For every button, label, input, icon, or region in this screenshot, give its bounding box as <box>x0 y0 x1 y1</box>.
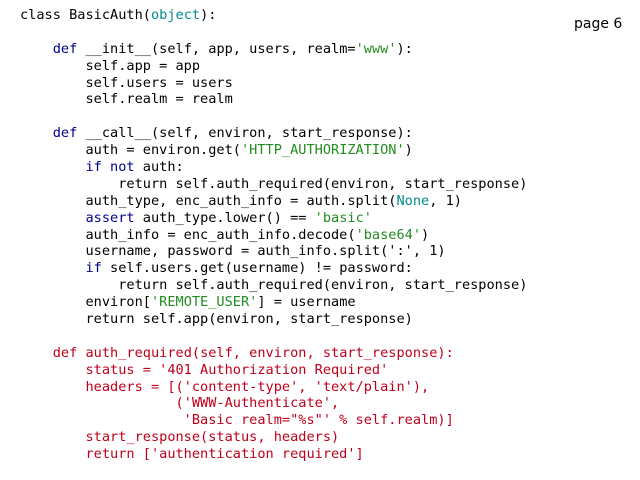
code-line: 'Basic realm="%s"' % self.realm)] <box>20 412 527 429</box>
code-token: def <box>52 125 78 142</box>
code-token: self.users.get(username) != password: <box>101 260 413 277</box>
code-line: start_response(status, headers) <box>20 429 527 446</box>
code-token: None <box>396 192 430 209</box>
code-line: return self.app(environ, start_response) <box>20 311 527 328</box>
code-line: auth = environ.get('HTTP_AUTHORIZATION') <box>20 142 527 159</box>
code-line: username, password = auth_info.split(':'… <box>20 243 527 260</box>
code-token: return ['authentication required'] <box>20 446 364 463</box>
code-token: ) <box>404 142 413 159</box>
code-line: def __call__(self, environ, start_respon… <box>20 125 527 142</box>
code-token: if <box>85 260 102 277</box>
code-line: ('WWW-Authenticate', <box>20 395 527 412</box>
code-token: ): <box>396 40 413 57</box>
code-token: start_response(status, headers) <box>20 429 340 446</box>
code-token: __init__(self, app, users, realm= <box>77 40 356 57</box>
code-token: self.users = users <box>20 74 233 91</box>
code-line: headers = [('content-type', 'text/plain'… <box>20 379 527 396</box>
code-token: auth: <box>134 159 184 176</box>
code-line: assert auth_type.lower() == 'basic' <box>20 210 527 227</box>
code-line: status = '401 Authorization Required' <box>20 362 527 379</box>
code-line: self.realm = realm <box>20 91 527 108</box>
code-line: class BasicAuth(object): <box>20 7 527 24</box>
code-token: 'basic' <box>314 209 372 226</box>
code-token: headers = [('content-type', 'text/plain'… <box>20 378 430 395</box>
code-line: auth_type, enc_auth_info = auth.split(No… <box>20 193 527 210</box>
code-line: return ['authentication required'] <box>20 446 527 463</box>
code-token: def auth_required(self, environ, start_r… <box>52 344 454 361</box>
code-token: return self.auth_required(environ, start… <box>20 175 528 192</box>
code-token: ] = username <box>257 294 356 311</box>
code-token: 'HTTP_AUTHORIZATION' <box>240 142 405 159</box>
code-token: auth_type, enc_auth_info = auth.split( <box>20 192 397 209</box>
page-number: page 6 <box>574 16 623 32</box>
code-token: class <box>20 7 61 23</box>
code-token: return self.app(environ, start_response) <box>20 311 413 328</box>
code-line: self.app = app <box>20 58 527 75</box>
code-token: , 1) <box>429 192 462 209</box>
code-token: def <box>52 40 78 57</box>
code-token: __call__(self, environ, start_response): <box>77 125 413 142</box>
code-token: auth_info = enc_auth_info.decode( <box>20 226 356 243</box>
code-token: 'base64' <box>355 226 422 243</box>
code-token: username, password = auth_info.split(':'… <box>20 243 446 260</box>
code-token: 'Basic realm="%s"' % self.realm)] <box>20 412 454 429</box>
code-line: return self.auth_required(environ, start… <box>20 176 527 193</box>
code-token: self.realm = realm <box>20 91 233 108</box>
code-line: def __init__(self, app, users, realm='ww… <box>20 41 527 58</box>
code-token: return self.auth_required(environ, start… <box>20 277 528 294</box>
code-token: object <box>150 7 201 23</box>
code-listing: class BasicAuth(object): def __init__(se… <box>20 7 527 463</box>
code-token: assert <box>85 209 135 226</box>
code-line: def auth_required(self, environ, start_r… <box>20 345 527 362</box>
code-token: 'REMOTE_USER' <box>150 294 258 311</box>
code-token: auth = environ.get( <box>20 142 241 159</box>
code-line: return self.auth_required(environ, start… <box>20 277 527 294</box>
code-line: if self.users.get(username) != password: <box>20 260 527 277</box>
code-token: ('WWW-Authenticate', <box>20 395 340 412</box>
code-token: environ[ <box>20 294 151 311</box>
code-line: if not auth: <box>20 159 527 176</box>
code-token: BasicAuth( <box>60 7 151 23</box>
code-token: ): <box>200 7 217 23</box>
code-token: status = '401 Authorization Required' <box>20 361 389 378</box>
code-token: 'www' <box>355 40 397 57</box>
code-token: if not <box>85 159 135 176</box>
code-token: ) <box>421 226 430 243</box>
code-line: environ['REMOTE_USER'] = username <box>20 294 527 311</box>
code-token: auth_type.lower() == <box>134 209 315 226</box>
code-line: auth_info = enc_auth_info.decode('base64… <box>20 227 527 244</box>
code-token: self.app = app <box>20 57 201 74</box>
code-line: self.users = users <box>20 75 527 92</box>
